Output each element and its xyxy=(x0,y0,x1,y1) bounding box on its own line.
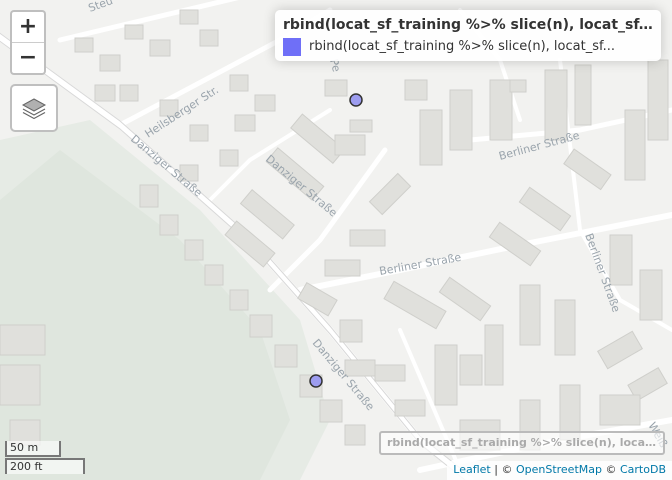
leaflet-link[interactable]: Leaflet xyxy=(453,463,490,476)
carto-link[interactable]: CartoDB xyxy=(620,463,666,476)
attribution-separator: © xyxy=(601,463,620,476)
map-canvas[interactable]: Heilsberger Str. Danziger Straße Danzige… xyxy=(0,0,672,480)
location-marker[interactable] xyxy=(349,93,363,107)
layer-label-text: rbind(locat_sf_training %>% slice(n), lo… xyxy=(387,436,657,449)
legend: rbind(locat_sf_training %>% slice(n), lo… xyxy=(275,10,661,61)
layers-icon xyxy=(21,98,47,120)
layer-label-box: rbind(locat_sf_training %>% slice(n), lo… xyxy=(379,431,665,455)
scale-bar-imperial: 200 ft xyxy=(5,458,85,474)
layers-control[interactable] xyxy=(10,84,58,132)
legend-title: rbind(locat_sf_training %>% slice(n), lo… xyxy=(283,17,653,33)
osm-link[interactable]: OpenStreetMap xyxy=(516,463,602,476)
zoom-in-button[interactable]: + xyxy=(12,12,44,42)
location-marker[interactable] xyxy=(309,374,323,388)
attribution: Leaflet | © OpenStreetMap © CartoDB xyxy=(447,461,672,480)
attribution-separator: | © xyxy=(490,463,516,476)
zoom-control: + − xyxy=(10,10,46,75)
scale-bar-metric: 50 m xyxy=(5,441,61,457)
legend-label: rbind(locat_sf_training %>% slice(n), lo… xyxy=(309,39,615,54)
zoom-out-button[interactable]: − xyxy=(12,42,44,73)
legend-swatch xyxy=(283,38,301,56)
